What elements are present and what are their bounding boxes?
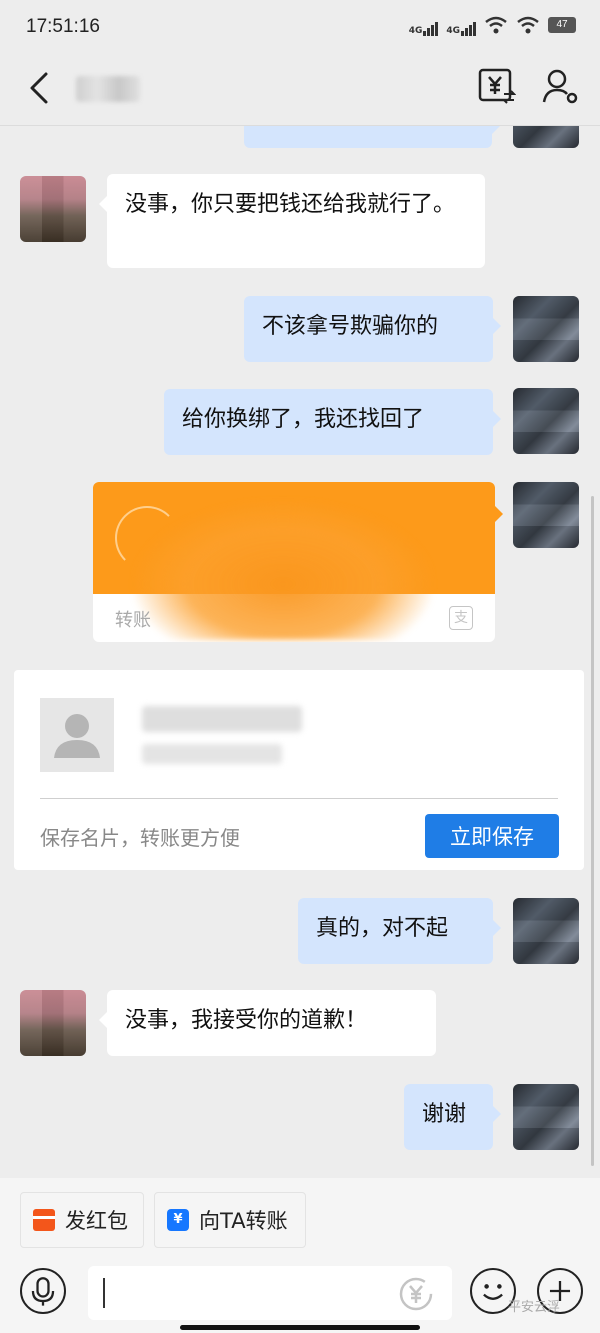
my-avatar[interactable] xyxy=(513,898,579,964)
card-divider xyxy=(40,798,558,799)
message-bubble-me[interactable]: 不该拿号欺骗你的 xyxy=(244,296,501,362)
message-bubble-peer[interactable]: 没事，我接受你的道歉！ xyxy=(99,990,436,1056)
my-avatar[interactable] xyxy=(513,126,579,148)
contact-profile-icon[interactable] xyxy=(540,66,580,106)
transfer-amount-redacted xyxy=(133,500,433,640)
peer-avatar[interactable] xyxy=(20,176,86,242)
status-icons: 4G 4G 47 xyxy=(409,14,576,36)
card-account-redacted xyxy=(142,744,282,764)
transfer-to-ta-label: 向TA转账 xyxy=(199,1209,288,1233)
yen-icon: ¥ xyxy=(167,1209,189,1231)
chat-area[interactable]: 没事，你只要把钱还给我就行了。 不该拿号欺骗你的 给你换绑了，我还找回了 转账 … xyxy=(0,126,600,1178)
my-avatar[interactable] xyxy=(513,1084,579,1150)
chat-header xyxy=(0,58,600,124)
my-avatar[interactable] xyxy=(513,296,579,362)
message-bubble-peer[interactable]: 没事，你只要把钱还给我就行了。 xyxy=(99,174,485,268)
back-icon[interactable] xyxy=(26,70,56,106)
signal-4g-icon-1: 4G xyxy=(409,14,439,36)
text-caret xyxy=(103,1278,105,1308)
my-avatar[interactable] xyxy=(513,482,579,548)
my-avatar[interactable] xyxy=(513,388,579,454)
red-packet-label: 发红包 xyxy=(65,1209,128,1233)
yen-circle-icon[interactable] xyxy=(398,1276,434,1312)
status-time: 17:51:16 xyxy=(26,16,100,37)
home-indicator[interactable] xyxy=(180,1325,420,1330)
quick-action-bar: 发红包 ¥ 向TA转账 xyxy=(0,1178,600,1262)
message-bubble-partial xyxy=(244,126,500,148)
chat-scrollbar[interactable] xyxy=(591,496,594,1166)
transfer-bubble-tail xyxy=(495,506,503,522)
status-bar: 17:51:16 4G 4G 47 xyxy=(0,0,600,58)
default-avatar-icon xyxy=(40,698,114,772)
transfer-message[interactable]: 转账 支 xyxy=(93,482,495,642)
contact-card: 保存名片，转账更方便 立即保存 xyxy=(14,670,584,870)
transfer-label: 转账 xyxy=(115,610,151,631)
signal-4g-icon-2: 4G xyxy=(446,14,476,36)
card-name-redacted xyxy=(142,706,302,732)
wifi-icon xyxy=(517,16,539,34)
transfer-logo-icon xyxy=(115,506,179,570)
yen-transfer-icon[interactable] xyxy=(476,66,516,106)
transfer-to-ta-button[interactable]: ¥ 向TA转账 xyxy=(154,1192,306,1248)
contact-name-blurred xyxy=(76,76,140,102)
wifi-transfer-icon xyxy=(485,16,507,34)
voice-input-icon[interactable] xyxy=(20,1268,66,1314)
watermark: 平安云浮 xyxy=(508,1300,561,1315)
peer-avatar[interactable] xyxy=(20,990,86,1056)
message-bubble-me[interactable]: 谢谢 xyxy=(404,1084,501,1150)
message-bubble-me[interactable]: 给你换绑了，我还找回了 xyxy=(164,389,501,455)
battery-icon: 47 xyxy=(548,17,576,33)
message-bubble-me[interactable]: 真的，对不起 xyxy=(298,898,501,964)
alipay-logo-icon: 支 xyxy=(449,606,473,630)
save-contact-button[interactable]: 立即保存 xyxy=(425,814,559,858)
red-packet-button[interactable]: 发红包 xyxy=(20,1192,144,1248)
card-hint: 保存名片，转账更方便 xyxy=(40,826,240,850)
red-packet-icon xyxy=(33,1209,55,1231)
